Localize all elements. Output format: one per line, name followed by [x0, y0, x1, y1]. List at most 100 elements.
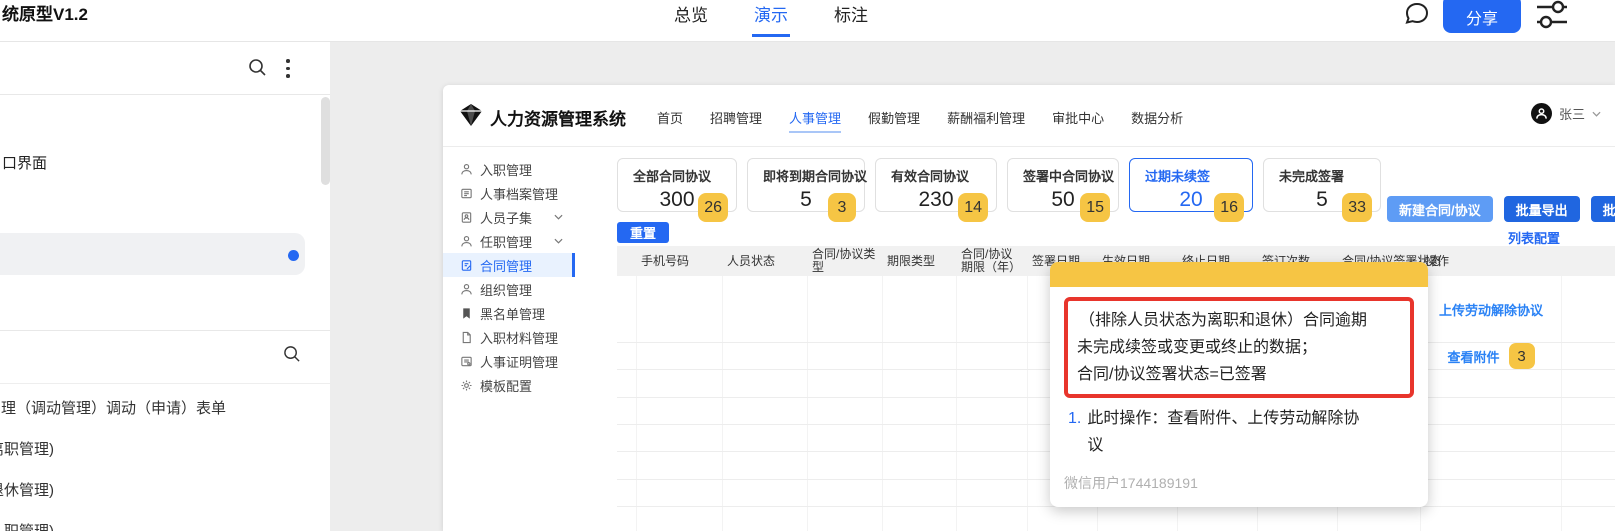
comment-author: 微信用户1744189191 — [1064, 475, 1198, 491]
column-header-extra — [1562, 246, 1615, 276]
sidebar-item-onboarding[interactable]: 入职管理 — [443, 157, 575, 181]
bookmark-icon — [463, 307, 470, 319]
sidebar-item-template-config[interactable]: 模板配置 — [443, 373, 575, 397]
column-header-contract-type[interactable]: 合同/协议类型 — [808, 246, 883, 276]
stat-card-signing[interactable]: 签署中合同协议 50 15 — [1007, 158, 1119, 222]
hr-main-nav: 首页 招聘管理 人事管理 假勤管理 薪酬福利管理 审批中心 数据分析 — [657, 108, 1183, 133]
upload-termination-agreement-link[interactable]: 上传劳动解除协议 — [1439, 300, 1543, 319]
sidebar-item-blacklist[interactable]: 黑名单管理 — [443, 301, 575, 325]
sidebar-item-organization[interactable]: 组织管理 — [443, 277, 575, 301]
hr-system-frame: 人力资源管理系统 首页 招聘管理 人事管理 假勤管理 薪酬福利管理 审批中心 数… — [443, 85, 1615, 531]
user-avatar-icon — [1530, 103, 1552, 124]
settings-sliders-icon[interactable] — [1534, 0, 1570, 32]
contract-management-content: 全部合同协议 300 26 即将到期合同协议 5 3 有效合同协议 230 14… — [575, 147, 1615, 531]
attachment-comment-badge[interactable]: 3 — [1508, 343, 1535, 369]
list-config-link[interactable]: 列表配置 — [1508, 228, 1560, 247]
comment-step: 1. 此时操作：查看附件、上传劳动解除协 议 — [1068, 410, 1360, 454]
id-card-icon — [461, 211, 472, 223]
page-list-item[interactable]: 理（调动管理）调动（申请）表单 — [0, 387, 330, 428]
chevron-down-icon — [1592, 111, 1601, 117]
sidebar-item-personnel-files[interactable]: 人事档案管理 — [443, 181, 575, 205]
tab-overview[interactable]: 总览 — [672, 0, 710, 37]
comment-count-badge[interactable]: 14 — [958, 193, 988, 222]
file-icon — [462, 331, 471, 343]
chevron-down-icon — [554, 238, 563, 244]
comment-popup-body: （排除人员状态为离职和退休）合同逾期 未完成续签或变更或终止的数据； 合同/协议… — [1050, 287, 1428, 507]
nav-payroll[interactable]: 薪酬福利管理 — [947, 108, 1025, 133]
person-icon — [461, 163, 472, 174]
stat-cards-row: 全部合同协议 300 26 即将到期合同协议 5 3 有效合同协议 230 14… — [617, 158, 1381, 222]
nav-hr[interactable]: 人事管理 — [789, 108, 842, 133]
column-header-actions[interactable]: 操作 — [1421, 246, 1562, 276]
toolbar-actions: 新建合同/协议 批量导出 批量导入 — [1387, 196, 1615, 222]
view-attachment-link[interactable]: 查看附件 — [1447, 347, 1499, 366]
kebab-menu-icon[interactable] — [286, 59, 290, 78]
scrollbar-thumb[interactable] — [321, 97, 330, 185]
mode-tabs: 总览 演示 标注 — [672, 0, 870, 37]
search-icon-small[interactable] — [283, 345, 301, 363]
new-contract-button[interactable]: 新建合同/协议 — [1387, 196, 1493, 222]
stat-card-unsigned[interactable]: 未完成签署 5 33 — [1263, 158, 1381, 222]
nav-home[interactable]: 首页 — [657, 108, 683, 133]
contract-icon — [461, 259, 472, 271]
gem-logo-icon — [458, 103, 484, 127]
nav-attendance[interactable]: 假勤管理 — [868, 108, 920, 133]
chevron-down-icon — [554, 214, 563, 220]
comment-count-badge[interactable]: 3 — [828, 193, 856, 222]
highlighted-note: （排除人员状态为离职和退休）合同逾期 未完成续签或变更或终止的数据； 合同/协议… — [1064, 297, 1414, 398]
sidebar-item-onboarding-materials[interactable]: 入职材料管理 — [443, 325, 575, 349]
nav-analytics[interactable]: 数据分析 — [1131, 108, 1183, 133]
divider — [0, 330, 330, 331]
divider — [0, 383, 330, 384]
page-list: 理（调动管理）调动（申请）表单 离职管理) 退休管理) 职管理) — [0, 387, 330, 531]
comment-count-badge[interactable]: 26 — [698, 193, 728, 222]
reset-button[interactable]: 重置 — [617, 222, 670, 243]
stat-card-expiring[interactable]: 即将到期合同协议 5 3 — [747, 158, 867, 222]
page-list-item[interactable]: 离职管理) — [0, 428, 330, 469]
table-row — [617, 507, 1615, 531]
comment-popup-header[interactable] — [1050, 262, 1428, 287]
pages-panel: 口界面 理（调动管理）调动（申请）表单 离职管理) 退休管理) 职管理) — [0, 42, 330, 531]
sidebar-item-hr-certificate[interactable]: 人事证明管理 — [443, 349, 575, 373]
tab-preview[interactable]: 演示 — [752, 0, 790, 37]
batch-import-button[interactable]: 批量导入 — [1590, 196, 1615, 222]
prototype-topbar: 统原型V1.2 总览 演示 标注 分享 — [0, 0, 1615, 42]
user-name: 张三 — [1558, 107, 1585, 122]
share-button[interactable]: 分享 — [1443, 0, 1521, 33]
page-list-item[interactable]: 职管理) — [0, 510, 330, 531]
hr-sidebar-menu: 入职管理 人事档案管理 人员子集 任职管理 合同管理 组织管理 黑名单管理 入职… — [443, 147, 575, 531]
stat-card-overdue-unrenewed[interactable]: 过期未续签 20 16 — [1129, 158, 1253, 222]
gear-icon — [461, 379, 472, 391]
column-header-phone[interactable]: 手机号码 — [637, 246, 723, 276]
prototype-title: 统原型V1.2 — [2, 5, 88, 24]
sidebar-item-contract[interactable]: 合同管理 — [443, 253, 575, 277]
person-icon — [461, 235, 472, 246]
sidebar-item-position[interactable]: 任职管理 — [443, 229, 575, 253]
hr-app-header: 人力资源管理系统 首页 招聘管理 人事管理 假勤管理 薪酬福利管理 审批中心 数… — [443, 85, 1615, 147]
nav-recruiting[interactable]: 招聘管理 — [710, 108, 762, 133]
column-header-term-years[interactable]: 合同/协议期限（年） — [957, 246, 1028, 276]
column-header-term-type[interactable]: 期限类型 — [883, 246, 957, 276]
batch-export-button[interactable]: 批量导出 — [1503, 196, 1580, 222]
user-menu[interactable]: 张三 — [1530, 103, 1601, 124]
column-header-personnel-status[interactable]: 人员状态 — [723, 246, 808, 276]
blue-dot-indicator — [288, 250, 299, 261]
comment-bubble-icon[interactable] — [1403, 0, 1431, 28]
comment-count-badge[interactable]: 33 — [1342, 193, 1372, 222]
comment-popup[interactable]: （排除人员状态为离职和退休）合同逾期 未完成续签或变更或终止的数据； 合同/协议… — [1050, 262, 1428, 507]
search-icon[interactable] — [248, 58, 267, 77]
pages-panel-header — [0, 42, 330, 95]
stat-card-valid[interactable]: 有效合同协议 230 14 — [875, 158, 997, 222]
page-tree-label[interactable]: 口界面 — [2, 152, 47, 173]
comment-count-badge[interactable]: 15 — [1080, 193, 1110, 222]
tab-annotate[interactable]: 标注 — [832, 0, 870, 37]
sidebar-item-personnel-subset[interactable]: 人员子集 — [443, 205, 575, 229]
hr-app-title: 人力资源管理系统 — [490, 110, 626, 129]
comment-count-badge[interactable]: 16 — [1214, 193, 1244, 222]
archive-icon — [461, 188, 472, 198]
selected-page-row[interactable] — [0, 233, 305, 275]
stat-card-all-contracts[interactable]: 全部合同协议 300 26 — [617, 158, 737, 222]
checkbox-column-header — [617, 246, 637, 276]
page-list-item[interactable]: 退休管理) — [0, 469, 330, 510]
nav-approval[interactable]: 审批中心 — [1052, 108, 1104, 133]
